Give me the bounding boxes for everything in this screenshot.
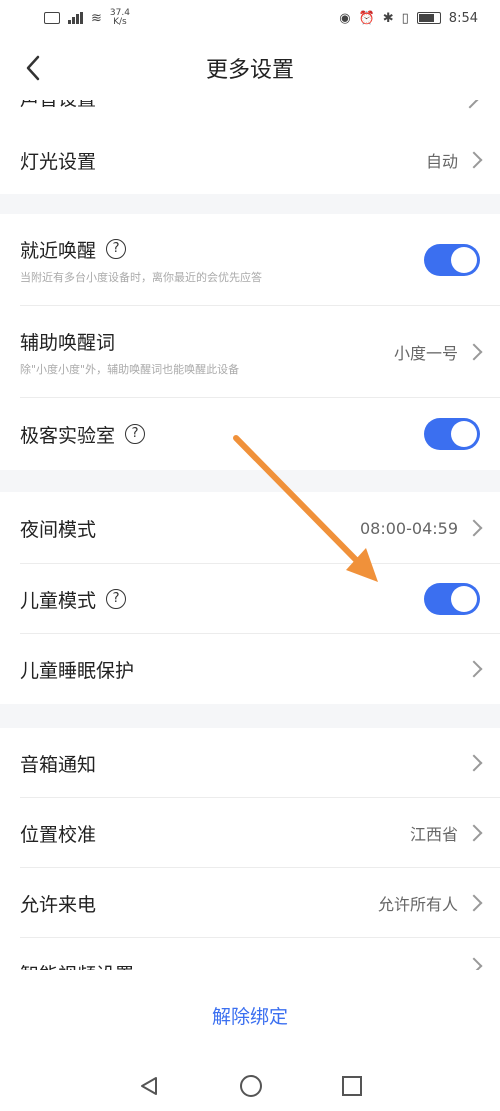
net-speed: 37.4 K/s xyxy=(109,8,130,27)
location-label: 位置校准 xyxy=(20,823,97,846)
list-item-location[interactable]: 位置校准 江西省 xyxy=(0,798,500,868)
wifi-icon: ≋ xyxy=(91,10,102,26)
chevron-right-icon xyxy=(461,100,479,109)
sys-recent-icon[interactable] xyxy=(342,1075,362,1096)
nearby-wake-label: 就近唤醒 xyxy=(20,239,97,262)
sound-settings-label: 声音设置 xyxy=(20,100,96,110)
chevron-right-icon xyxy=(465,519,483,537)
unbind-area: 解除绑定 xyxy=(0,970,500,1060)
light-settings-label: 灯光设置 xyxy=(20,150,97,173)
aux-wake-word-value: 小度一号 xyxy=(393,344,458,363)
allow-calls-label: 允许来电 xyxy=(20,893,97,916)
list-item-night-mode[interactable]: 夜间模式 08:00-04:59 xyxy=(0,492,500,564)
help-icon[interactable]: ? xyxy=(106,239,127,259)
sys-home-icon[interactable] xyxy=(240,1074,262,1097)
allow-calls-value: 允许所有人 xyxy=(377,895,458,914)
list-item-kids-mode: 儿童模式 ? xyxy=(0,564,500,634)
status-bar: ≋ 37.4 K/s ◉ ⏰ ✱ ▯ 8:54 xyxy=(0,0,500,36)
chevron-right-icon xyxy=(465,957,483,970)
list-item-light[interactable]: 灯光设置 自动 xyxy=(0,126,500,194)
chevron-right-icon xyxy=(465,754,483,772)
chevron-right-icon xyxy=(465,824,483,842)
help-icon[interactable]: ? xyxy=(125,424,146,444)
list-item-aux-wake-word[interactable]: 辅助唤醒词 除"小度小度"外，辅助唤醒词也能唤醒此设备 小度一号 xyxy=(0,306,500,398)
bluetooth-icon: ✱ xyxy=(382,10,394,26)
battery-icon xyxy=(416,12,441,24)
list-item-smart-video[interactable]: 智能视频设置 xyxy=(0,938,500,970)
kids-mode-label: 儿童模式 xyxy=(20,589,97,612)
nearby-wake-description: 当附近有多台小度设备时，离你最近的会优先应答 xyxy=(20,270,262,284)
back-button[interactable] xyxy=(18,50,48,86)
nav-bar: 更多设置 xyxy=(0,36,500,100)
list-item-geek-lab: 极客实验室 ? xyxy=(0,398,500,470)
kids-sleep-label: 儿童睡眠保护 xyxy=(20,659,135,682)
chevron-right-icon xyxy=(465,894,483,912)
vibrate-icon: ▯ xyxy=(401,10,409,26)
smart-video-label: 智能视频设置 xyxy=(20,960,134,970)
chevron-right-icon xyxy=(465,343,483,361)
back-arrow-icon xyxy=(26,55,40,81)
aux-wake-word-label: 辅助唤醒词 xyxy=(20,331,116,354)
geek-lab-label: 极客实验室 xyxy=(20,424,116,447)
night-mode-label: 夜间模式 xyxy=(20,518,97,541)
list-item-allow-calls[interactable]: 允许来电 允许所有人 xyxy=(0,868,500,938)
location-value: 江西省 xyxy=(409,825,458,844)
speaker-notify-label: 音箱通知 xyxy=(20,753,97,776)
night-mode-value: 08:00-04:59 xyxy=(360,518,458,538)
geek-lab-toggle[interactable] xyxy=(424,418,480,450)
nearby-wake-toggle[interactable] xyxy=(424,244,480,276)
status-left: ≋ 37.4 K/s xyxy=(44,9,130,27)
signal-icon xyxy=(68,12,83,24)
chevron-right-icon xyxy=(465,151,483,169)
clock-time: 8:54 xyxy=(448,10,478,26)
light-settings-value: 自动 xyxy=(425,152,458,171)
page-title: 更多设置 xyxy=(205,58,294,83)
system-nav-bar xyxy=(0,1060,500,1111)
alarm-icon: ⏰ xyxy=(358,10,375,26)
settings-list[interactable]: 声音设置 灯光设置 自动 就近唤醒 ? 当附近有多台小度设备时，离你最近的会优先… xyxy=(0,100,500,970)
unbind-button[interactable]: 解除绑定 xyxy=(212,1002,288,1029)
kids-mode-toggle[interactable] xyxy=(424,583,480,615)
aux-wake-word-description: 除"小度小度"外，辅助唤醒词也能唤醒此设备 xyxy=(20,362,240,376)
help-icon[interactable]: ? xyxy=(106,589,127,609)
sim-icon xyxy=(44,12,60,24)
chevron-right-icon xyxy=(465,660,483,678)
sys-back-icon[interactable] xyxy=(138,1075,160,1097)
list-item-kids-sleep[interactable]: 儿童睡眠保护 xyxy=(0,634,500,704)
list-item-speaker-notify[interactable]: 音箱通知 xyxy=(0,728,500,798)
eye-icon: ◉ xyxy=(339,10,351,26)
list-item-nearby-wake: 就近唤醒 ? 当附近有多台小度设备时，离你最近的会优先应答 xyxy=(0,214,500,306)
list-item-sound[interactable]: 声音设置 xyxy=(0,100,500,126)
status-right: ◉ ⏰ ✱ ▯ 8:54 xyxy=(339,11,478,26)
